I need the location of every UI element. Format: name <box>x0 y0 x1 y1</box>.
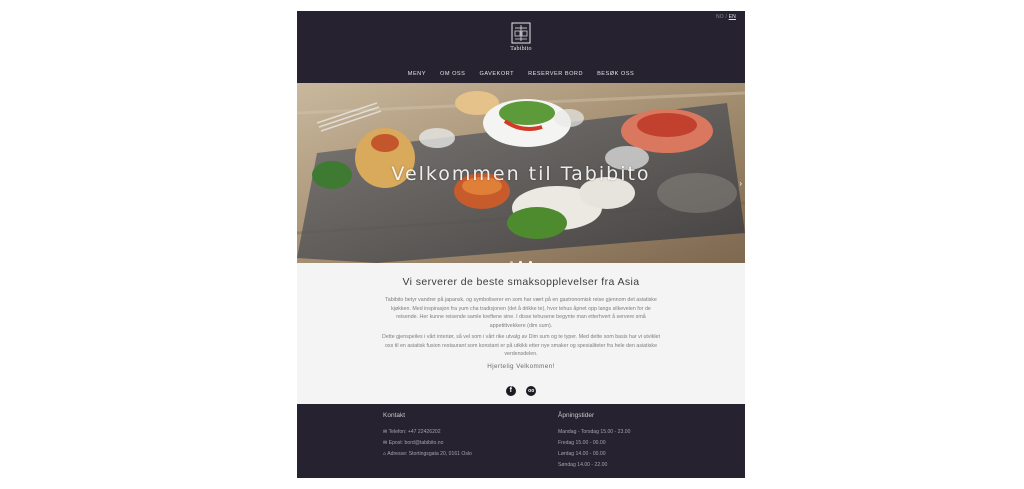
hours-line: Søndag 14.00 - 22.00 <box>558 462 608 468</box>
nav-item-gavekort[interactable]: GAVEKORT <box>479 71 514 77</box>
opening-hours-heading: Åpningstider <box>558 412 595 419</box>
main-navigation: MENY OM OSS GAVEKORT RESERVER BORD BESØK… <box>297 71 745 77</box>
hero-slider: Velkommen til Tabibito › <box>297 83 745 263</box>
hero-title: Velkommen til Tabibito <box>391 163 651 185</box>
nav-item-besok-oss[interactable]: BESØK OSS <box>597 71 634 77</box>
contact-address[interactable]: ⌂ Adresse: Stortingsgata 20, 0161 Oslo <box>383 451 472 457</box>
contact-phone[interactable]: ✉ Telefon: +47 22426202 <box>383 429 441 435</box>
contact-heading: Kontakt <box>383 412 406 419</box>
lang-en-link[interactable]: EN <box>729 14 736 20</box>
website: NO / EN Tabibito MENY OM OSS GAVEKORT RE… <box>297 11 745 478</box>
logo[interactable]: Tabibito <box>505 21 537 52</box>
site-footer: Kontakt ✉ Telefon: +47 22426202 ✉ Epost:… <box>297 404 745 478</box>
language-switcher: NO / EN <box>716 14 736 20</box>
social-links: f oo <box>297 383 745 401</box>
slider-dots <box>510 251 534 263</box>
intro-paragraph: Tabibito betyr vandrer på japansk, og sy… <box>385 297 657 329</box>
hours-line: Fredag 15.00 - 00.00 <box>558 440 606 446</box>
lang-separator: / <box>725 14 728 20</box>
contact-email[interactable]: ✉ Epost: bord@tabibito.no <box>383 440 443 446</box>
intro-section: Vi serverer de beste smaksopplevelser fr… <box>297 263 745 404</box>
logo-icon <box>511 22 531 44</box>
hours-line: Mandag - Torsdag 15.00 - 23.00 <box>558 429 631 435</box>
greeting-text: Hjertelig Velkommen! <box>487 363 555 370</box>
tripadvisor-icon[interactable]: oo <box>526 386 537 396</box>
nav-item-reserver-bord[interactable]: RESERVER BORD <box>528 71 583 77</box>
intro-paragraph: Dette gjenspeiles i vårt interiør, så ve… <box>382 334 660 358</box>
intro-title: Vi serverer de beste smaksopplevelser fr… <box>402 276 640 288</box>
lang-no-link[interactable]: NO <box>716 14 724 20</box>
slider-next-icon[interactable]: › <box>739 179 742 188</box>
facebook-icon[interactable]: f <box>505 386 516 396</box>
site-header: NO / EN Tabibito MENY OM OSS GAVEKORT RE… <box>297 11 745 83</box>
nav-item-meny[interactable]: MENY <box>408 71 426 77</box>
hours-line: Lørdag 14.00 - 00.00 <box>558 451 606 457</box>
logo-text: Tabibito <box>510 46 532 52</box>
nav-item-om-oss[interactable]: OM OSS <box>440 71 465 77</box>
